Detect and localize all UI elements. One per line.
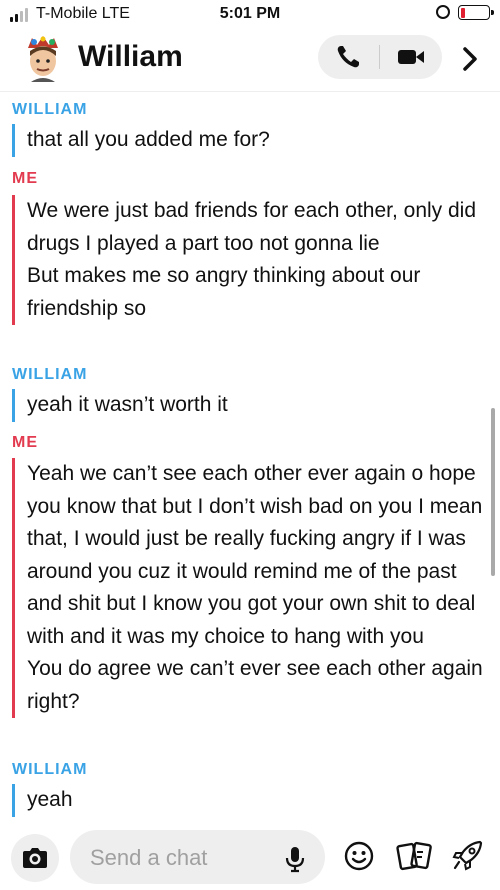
clock: 5:01 PM [219, 5, 281, 22]
message[interactable]: yeah it wasn’t worth it [12, 389, 488, 422]
cards-icon[interactable] [395, 838, 433, 874]
composer-bar: Send a chat [0, 822, 500, 890]
smile-icon[interactable] [343, 840, 375, 872]
message[interactable]: that all you added me for? [12, 124, 488, 157]
sender-label: WILLIAM [12, 761, 88, 778]
message-text: yeah [27, 788, 73, 811]
avatar[interactable] [18, 34, 68, 84]
phone-icon[interactable] [332, 43, 366, 71]
rocket-icon[interactable] [450, 837, 486, 873]
call-actions [318, 35, 442, 79]
sender-label: WILLIAM [12, 366, 88, 383]
scrollbar[interactable] [491, 408, 495, 576]
mic-icon[interactable] [282, 844, 308, 874]
message-text: We were just bad friends for each other,… [27, 199, 477, 320]
message-text: yeah it wasn’t worth it [27, 393, 228, 416]
chat-input-placeholder: Send a chat [90, 845, 208, 870]
message-text: that all you added me for? [27, 128, 270, 151]
alarm-icon [436, 5, 450, 19]
sender-label: ME [12, 434, 38, 451]
video-icon[interactable] [394, 43, 428, 71]
sender-label: WILLIAM [12, 101, 88, 118]
chat-input[interactable]: Send a chat [70, 830, 325, 884]
message-text: Yeah we can’t see each other ever again … [27, 462, 483, 713]
chat-header: William [0, 30, 500, 92]
message[interactable]: We were just bad friends for each other,… [12, 195, 488, 325]
call-divider [379, 45, 380, 69]
sender-label: ME [12, 170, 38, 187]
battery-icon [458, 5, 494, 20]
contact-name[interactable]: William [78, 40, 183, 74]
status-bar: T-Mobile LTE 5:01 PM [0, 0, 500, 30]
message[interactable]: yeah [12, 784, 488, 817]
camera-icon[interactable] [11, 834, 59, 882]
chevron-right-icon[interactable] [456, 42, 484, 76]
message[interactable]: Yeah we can’t see each other ever again … [12, 458, 488, 718]
